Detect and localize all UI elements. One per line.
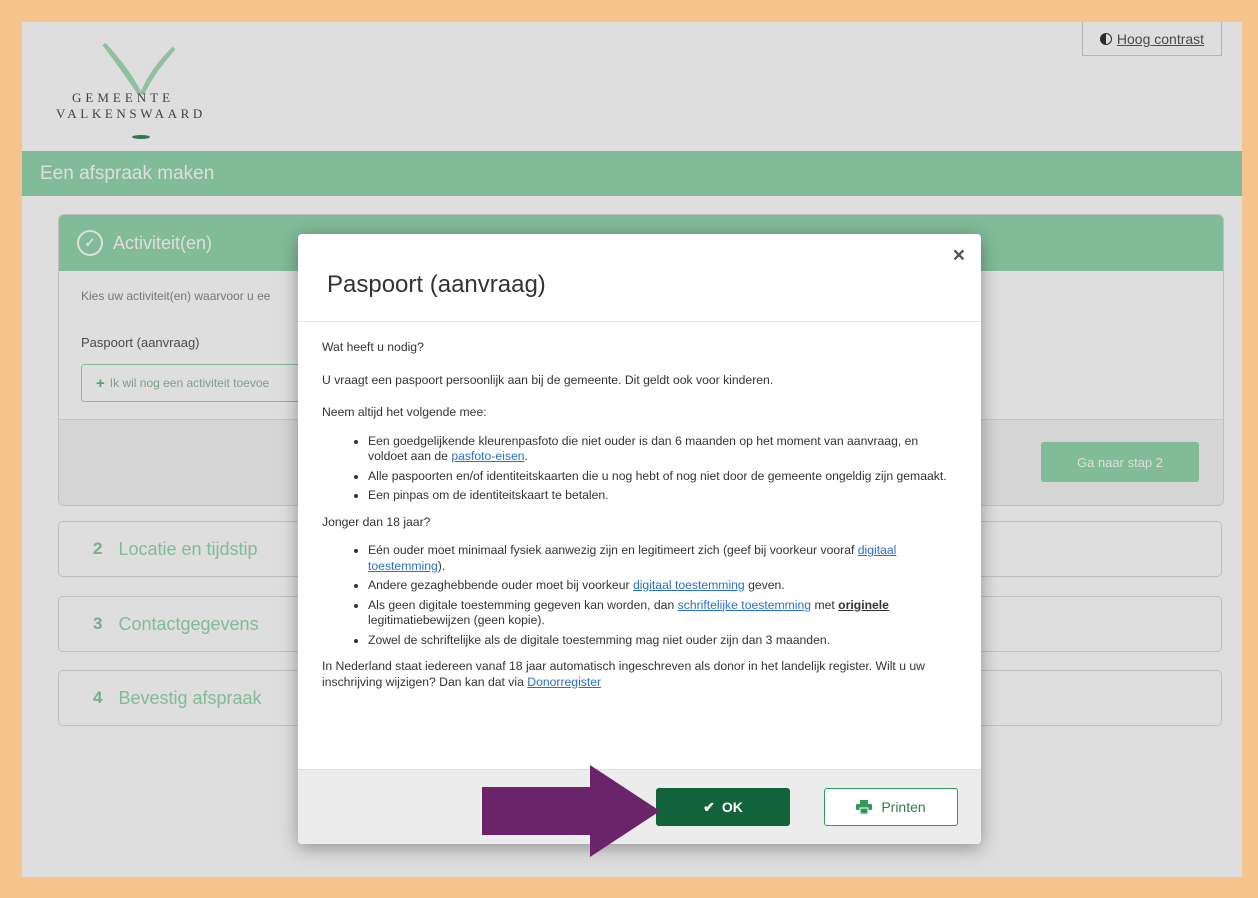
list-item: Als geen digitale toestemming gegeven ka… (368, 598, 957, 629)
list-item: Een pinpas om de identiteitskaart te bet… (368, 488, 957, 504)
checkmark-icon: ✔ (703, 798, 715, 815)
paragraph-text: In Nederland staat iedereen vanaf 18 jaa… (322, 659, 925, 689)
digital-consent-link[interactable]: digitaal toestemming (633, 578, 745, 592)
list-text: Eén ouder moet minimaal fysiek aanwezig … (368, 543, 858, 557)
emphasis-original: originele (838, 597, 889, 612)
dialog-body: Wat heeft u nodig? U vraagt een paspoort… (298, 322, 981, 690)
activity-info-dialog: Paspoort (aanvraag) × Wat heeft u nodig?… (298, 234, 981, 844)
paragraph: U vraagt een paspoort persoonlijk aan bi… (322, 372, 774, 387)
list-item: Alle paspoorten en/of identiteitskaarten… (368, 469, 957, 485)
list-text: Als geen digitale toestemming gegeven ka… (368, 597, 678, 612)
list-item: Eén ouder moet minimaal fysiek aanwezig … (368, 543, 957, 574)
paragraph: In Nederland staat iedereen vanaf 18 jaa… (322, 659, 957, 690)
print-label: Printen (881, 799, 926, 815)
list-text: . (524, 449, 528, 463)
list-item: Een goedgelijkende kleurenpasfoto die ni… (368, 434, 957, 465)
list-text: met (811, 597, 839, 612)
requirements-list: Een goedgelijkende kleurenpasfoto die ni… (322, 434, 957, 504)
dialog-title: Paspoort (aanvraag) (327, 271, 546, 298)
donor-register-link[interactable]: Donorregister (527, 675, 601, 689)
minor-requirements-list: Eén ouder moet minimaal fysiek aanwezig … (322, 543, 957, 648)
written-consent-link[interactable]: schriftelijke toestemming (678, 598, 811, 612)
list-text: ). (437, 558, 446, 573)
ok-label: OK (721, 799, 743, 815)
list-item: Andere gezaghebbende ouder moet bij voor… (368, 578, 957, 594)
print-button[interactable]: Printen (824, 788, 958, 826)
list-item: Zowel de schriftelijke als de digitale t… (368, 633, 957, 649)
printer-icon (856, 800, 873, 814)
list-text: Andere gezaghebbende ouder moet bij voor… (368, 578, 633, 592)
annotation-arrow-icon (482, 765, 660, 857)
dialog-header: Paspoort (aanvraag) × (298, 234, 981, 322)
close-icon[interactable]: × (953, 244, 965, 268)
list-text: legitimatiebewijzen (geen kopie). (368, 613, 545, 627)
section-question: Jonger dan 18 jaar? (322, 514, 431, 529)
passport-photo-requirements-link[interactable]: pasfoto-eisen (451, 449, 524, 463)
ok-button[interactable]: ✔ OK (656, 788, 790, 826)
section-question: Wat heeft u nodig? (322, 340, 424, 354)
list-text: geven. (744, 578, 785, 592)
paragraph: Neem altijd het volgende mee: (322, 405, 487, 419)
